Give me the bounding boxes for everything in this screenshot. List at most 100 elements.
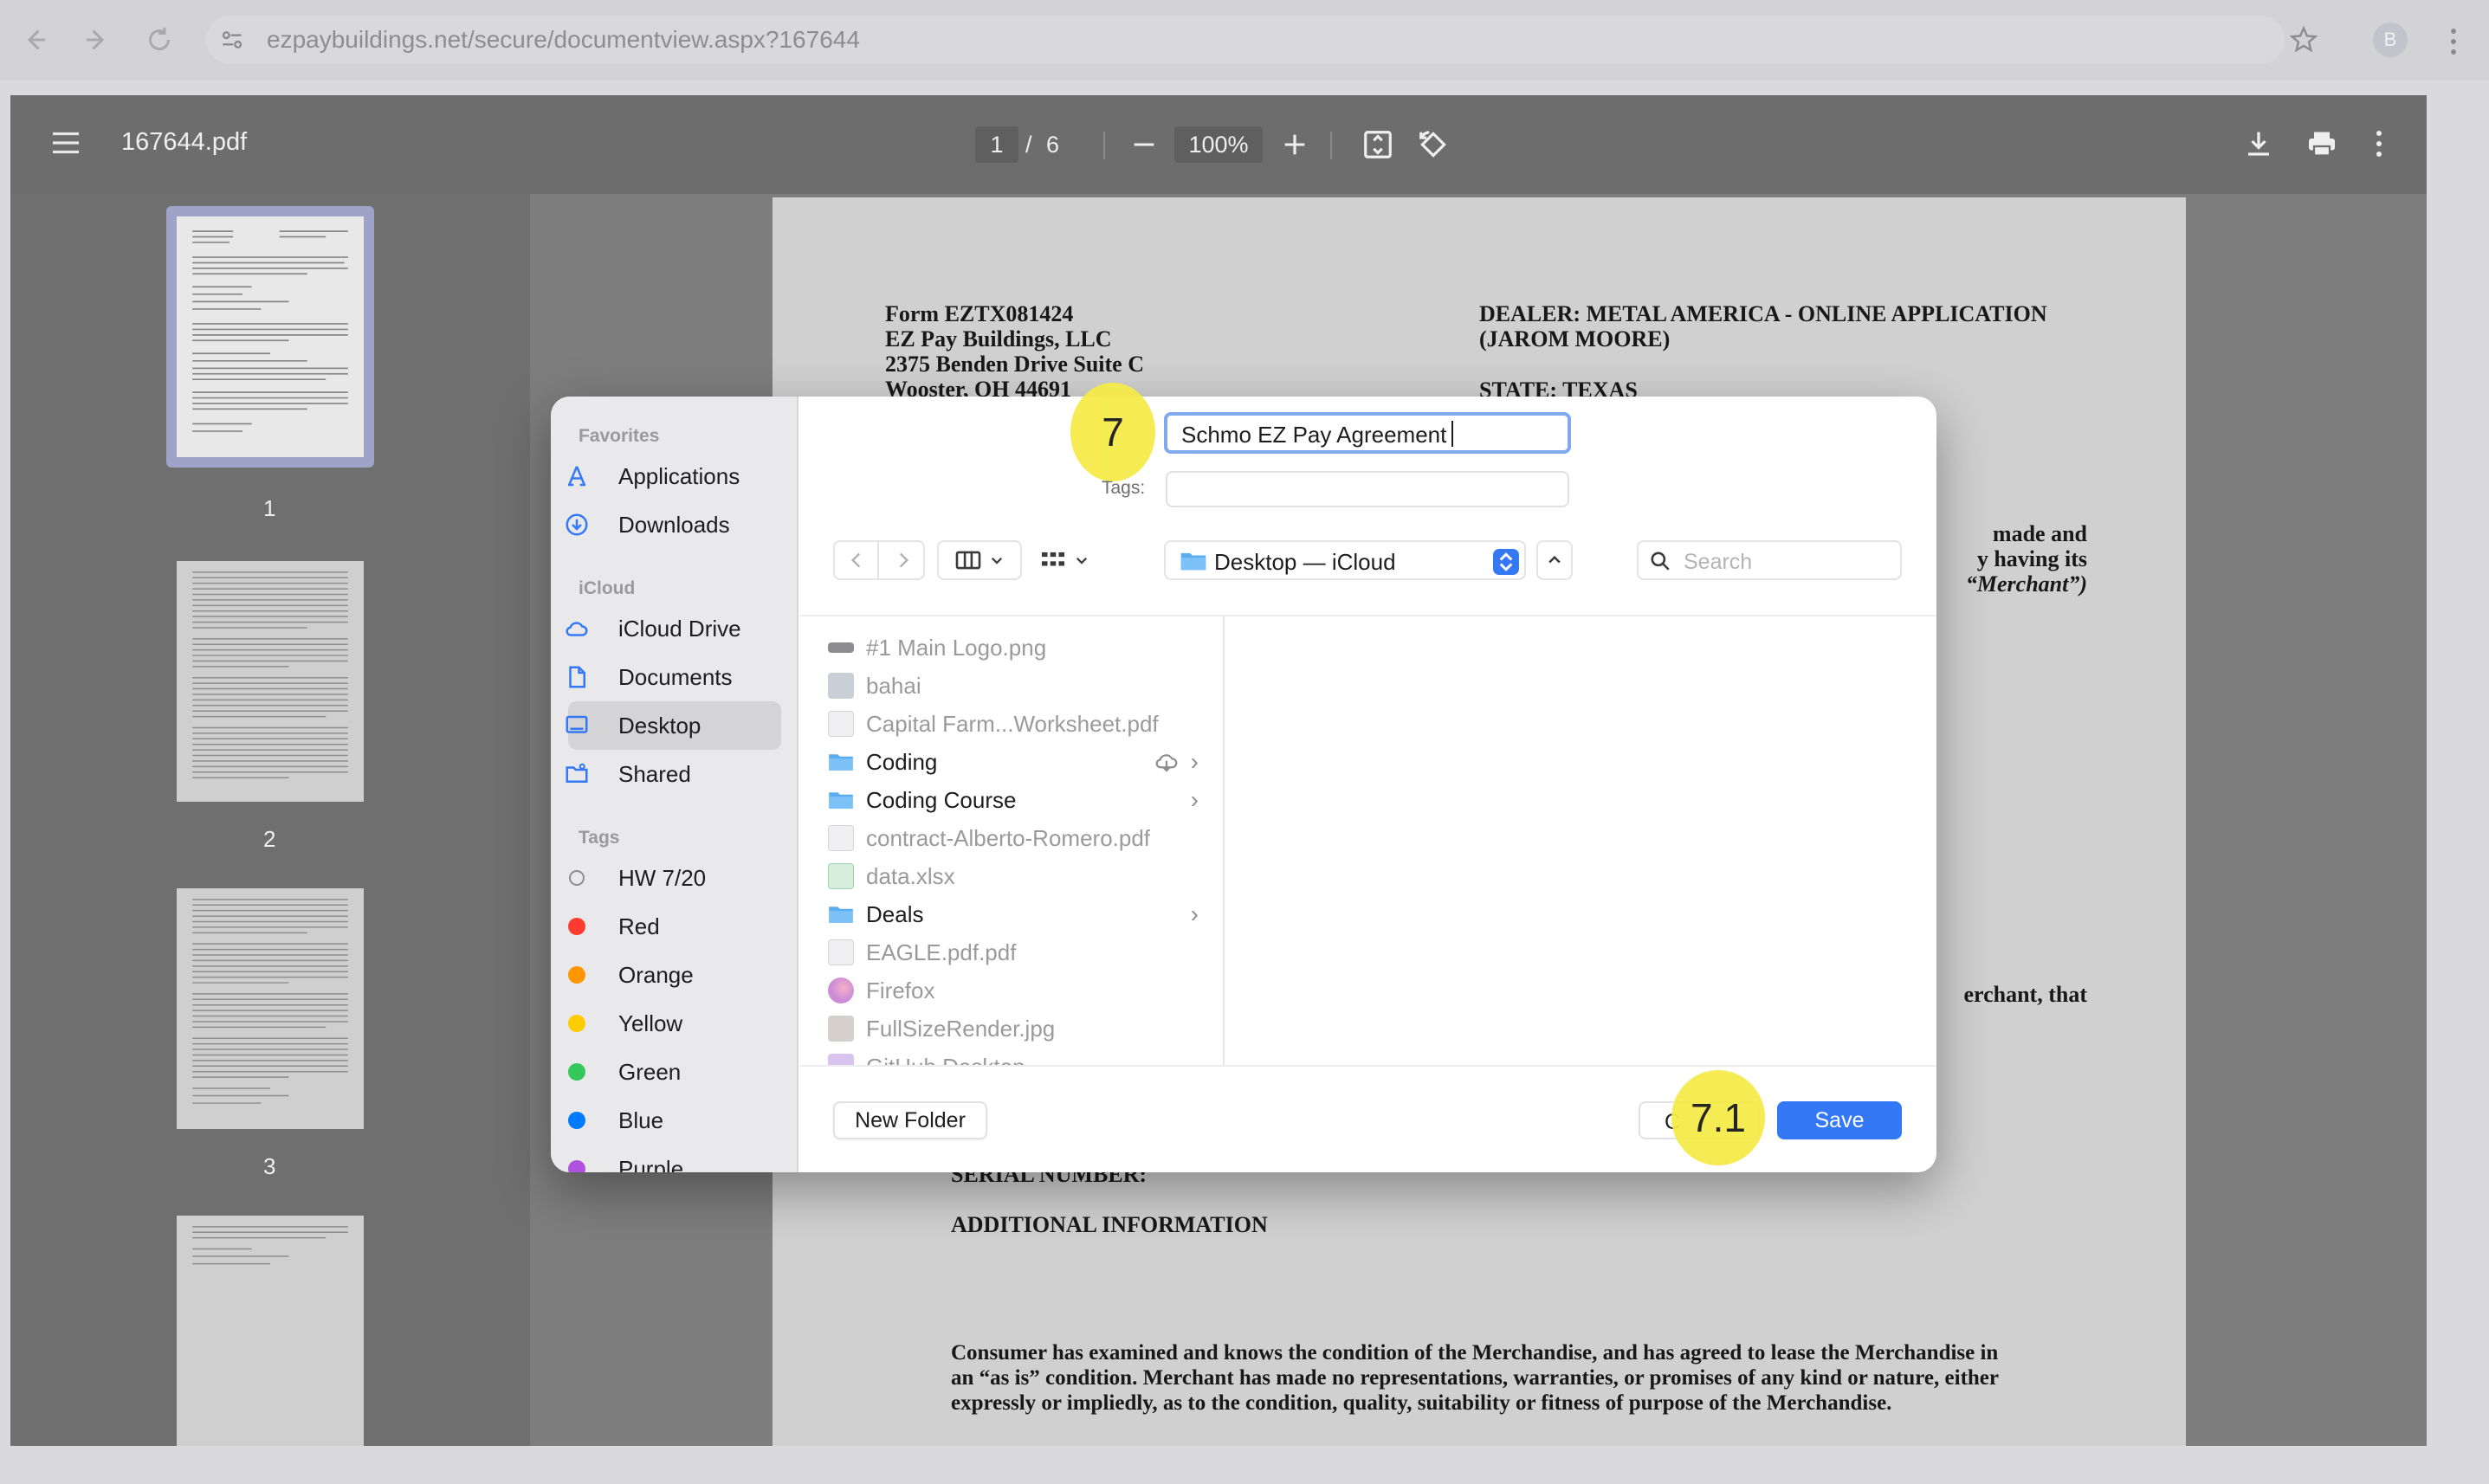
spreadsheet-file-icon xyxy=(828,863,854,889)
chevron-right-icon: › xyxy=(1190,748,1199,775)
sidebar-item-shared[interactable]: Shared xyxy=(551,750,797,798)
thumbnail-sidebar: 1 2 3 xyxy=(10,194,530,1446)
sidebar-tag-red[interactable]: Red xyxy=(551,902,797,951)
text-cursor xyxy=(1451,421,1453,447)
doc-right-header: DEALER: METAL AMERICA - ONLINE APPLICATI… xyxy=(1479,301,2047,352)
search-field[interactable]: Search xyxy=(1637,540,1902,580)
zoom-level-input[interactable]: 100% xyxy=(1174,126,1263,163)
reload-icon[interactable] xyxy=(142,23,177,57)
page-number-input[interactable]: 1 xyxy=(975,126,1018,163)
thumbnail-page-2[interactable] xyxy=(177,561,364,802)
new-folder-button[interactable]: New Folder xyxy=(833,1101,987,1139)
list-item[interactable]: Deals › xyxy=(800,895,1223,933)
list-item[interactable]: Capital Farm...Worksheet.pdf xyxy=(800,705,1223,743)
applications-icon xyxy=(551,463,603,489)
tags-field[interactable] xyxy=(1166,471,1569,507)
purple-tag-icon xyxy=(551,1160,603,1172)
folder-icon xyxy=(829,907,853,923)
rotate-icon[interactable] xyxy=(1417,128,1450,161)
doc-paragraph: Consumer has examined and knows the cond… xyxy=(951,1341,1999,1415)
folder-icon xyxy=(829,792,853,809)
profile-avatar[interactable]: B xyxy=(2373,23,2408,57)
thumbnail-page-1[interactable] xyxy=(166,206,374,468)
address-bar[interactable]: ezpaybuildings.net/secure/documentview.a… xyxy=(206,16,2285,64)
step-marker-7-1: 7.1 xyxy=(1671,1070,1765,1165)
page-total: 6 xyxy=(1046,132,1060,158)
chevron-right-icon: › xyxy=(1190,786,1199,813)
back-icon[interactable] xyxy=(17,23,52,57)
list-item[interactable]: #1 Main Logo.png xyxy=(800,629,1223,667)
forward-icon[interactable] xyxy=(80,23,114,57)
step-marker-7: 7 xyxy=(1070,383,1155,481)
hamburger-menu-icon[interactable] xyxy=(50,130,81,156)
sidebar-tag-blue[interactable]: Blue xyxy=(551,1096,797,1145)
site-settings-icon[interactable] xyxy=(218,26,246,54)
pdf-toolbar: 167644.pdf 1 / 6 100% xyxy=(10,95,2427,194)
view-columns-button[interactable] xyxy=(937,540,1022,580)
more-options-icon[interactable] xyxy=(2373,128,2385,159)
thumbnail-label: 2 xyxy=(263,826,276,852)
doc-partial-merchant: erchant, that xyxy=(1963,982,2087,1007)
favorites-header: Favorites xyxy=(579,426,660,446)
filename-field[interactable]: Schmo EZ Pay Agreement xyxy=(1164,412,1571,454)
sidebar-tag-hw[interactable]: HW 7/20 xyxy=(551,854,797,902)
sidebar-tag-yellow[interactable]: Yellow xyxy=(551,999,797,1048)
list-item[interactable]: data.xlsx xyxy=(800,857,1223,895)
nav-back-icon[interactable] xyxy=(835,542,879,578)
github-desktop-app-icon xyxy=(828,1054,854,1065)
toolbar-divider xyxy=(1103,132,1105,159)
sidebar-item-applications[interactable]: Applications xyxy=(551,452,797,500)
thumbnail-page-3[interactable] xyxy=(177,888,364,1129)
downloads-icon xyxy=(551,512,603,538)
page-separator: / xyxy=(1025,132,1032,158)
print-icon[interactable] xyxy=(2305,128,2338,159)
sidebar-tag-purple[interactable]: Purple xyxy=(551,1145,797,1172)
image-file-icon xyxy=(828,642,854,653)
sidebar-item-documents[interactable]: Documents xyxy=(551,653,797,701)
red-tag-icon xyxy=(551,918,603,935)
sidebar-tag-green[interactable]: Green xyxy=(551,1048,797,1096)
green-tag-icon xyxy=(551,1063,603,1081)
list-item[interactable]: Coding › xyxy=(800,743,1223,781)
list-item[interactable]: Firefox xyxy=(800,971,1223,1010)
group-by-button[interactable] xyxy=(1022,540,1107,580)
nav-forward-icon[interactable] xyxy=(881,542,925,578)
sidebar-item-downloads[interactable]: Downloads xyxy=(551,500,797,549)
zoom-out-icon[interactable] xyxy=(1129,130,1159,159)
page-preview-lines xyxy=(192,899,348,1104)
grid-view-icon xyxy=(1042,552,1064,566)
list-item[interactable]: FullSizeRender.jpg xyxy=(800,1010,1223,1048)
sidebar-tag-orange[interactable]: Orange xyxy=(551,951,797,999)
browser-menu-icon[interactable] xyxy=(2447,26,2460,57)
search-icon xyxy=(1651,552,1670,571)
image-file-icon xyxy=(828,673,854,699)
thumbnail-page-4[interactable] xyxy=(177,1216,364,1446)
cloud-download-icon xyxy=(1155,754,1178,772)
bookmark-star-icon[interactable] xyxy=(2286,23,2321,57)
list-item[interactable]: GitHub Desktop xyxy=(800,1048,1223,1065)
firefox-app-icon xyxy=(828,978,854,1003)
zoom-in-icon[interactable] xyxy=(1280,130,1309,159)
icloud-header: iCloud xyxy=(579,578,636,598)
list-item[interactable]: EAGLE.pdf.pdf xyxy=(800,933,1223,971)
file-browser: #1 Main Logo.png bahai Capital Farm...Wo… xyxy=(800,615,1936,1067)
tags-header: Tags xyxy=(579,828,620,848)
save-button[interactable]: Save xyxy=(1777,1101,1902,1139)
yellow-tag-icon xyxy=(551,1015,603,1032)
file-column: #1 Main Logo.png bahai Capital Farm...Wo… xyxy=(800,616,1225,1065)
list-item[interactable]: bahai xyxy=(800,667,1223,705)
sidebar-item-desktop-content[interactable]: Desktop xyxy=(551,701,797,750)
pdf-file-icon xyxy=(828,825,854,851)
chevron-down-icon xyxy=(1076,557,1088,565)
page-preview-lines xyxy=(192,230,348,432)
list-item[interactable]: Coding Course › xyxy=(800,781,1223,819)
download-icon[interactable] xyxy=(2243,128,2274,159)
document-icon xyxy=(551,664,603,690)
updown-chevron-icon xyxy=(1493,549,1519,575)
fit-page-icon[interactable] xyxy=(1361,128,1394,161)
sidebar-item-icloud-drive[interactable]: iCloud Drive xyxy=(551,604,797,653)
location-dropdown[interactable]: Desktop — iCloud xyxy=(1164,540,1526,580)
list-item[interactable]: contract-Alberto-Romero.pdf xyxy=(800,819,1223,857)
url-text: ezpaybuildings.net/secure/documentview.a… xyxy=(267,26,860,53)
collapse-button[interactable] xyxy=(1536,540,1573,580)
